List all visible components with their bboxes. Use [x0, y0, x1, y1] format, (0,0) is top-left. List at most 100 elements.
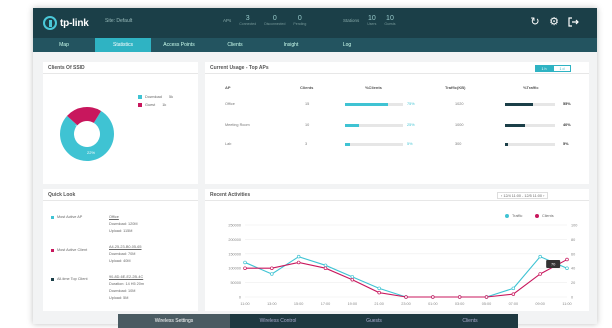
traffic-bar-fill	[505, 143, 508, 146]
y2-tick-label: 60	[571, 252, 575, 256]
panel-title: Clients Of SSID	[43, 62, 198, 74]
col-header[interactable]: AP	[225, 85, 231, 90]
range-1d-button[interactable]: 1 d	[553, 65, 571, 72]
tplink-logo-icon	[43, 16, 57, 30]
quick-look-value: Download: 10M	[109, 289, 136, 293]
station-stat: 10 Guests	[384, 15, 396, 26]
quick-look-link[interactable]: 90-8D-6E-E2-2B-4C	[109, 275, 143, 279]
tab-insight[interactable]: Insight	[263, 38, 319, 52]
tab-clients[interactable]: Clients	[207, 38, 263, 52]
refresh-icon[interactable]: ↻	[529, 16, 541, 28]
traffic-bar	[505, 124, 555, 127]
ap-stats-title: APs	[223, 18, 232, 23]
col-header[interactable]: Clients	[300, 85, 313, 90]
quick-look-label: All-time Top Client	[57, 277, 88, 281]
clients-bar-fill	[345, 124, 359, 127]
x-tick-label: 11:00	[240, 302, 249, 306]
quick-look-value: Download: 120M	[109, 222, 138, 226]
quick-look-panel: Quick Look Most Active AP Office Downloa…	[43, 189, 198, 311]
x-tick-label: 17:00	[321, 302, 331, 306]
traffic-bar-fill	[505, 103, 533, 106]
data-point	[323, 263, 328, 268]
quick-look-label: Most Active Client	[57, 248, 88, 252]
x-tick-label: 15:00	[294, 302, 304, 306]
x-tick-label: 23:00	[401, 302, 411, 306]
clients-bar-fill	[345, 103, 388, 106]
col-header[interactable]: %Clients	[365, 85, 382, 90]
gear-icon[interactable]: ⚙	[548, 16, 560, 28]
quick-look-value: Upload: 40M	[109, 259, 131, 263]
x-tick-label: 19:00	[348, 302, 358, 306]
traffic-bar-fill	[505, 124, 525, 127]
data-point	[431, 295, 435, 299]
ssid-donut-chart: 78% 22%	[60, 107, 114, 161]
legend-swatch	[51, 216, 54, 219]
data-point	[538, 254, 542, 259]
data-point	[404, 295, 408, 299]
dock-tab-wireless-settings[interactable]: Wireless Settings	[118, 314, 230, 328]
y-tick-label: 100000	[228, 267, 241, 271]
quick-look-value: Download: 70M	[109, 252, 136, 256]
dock-tab-clients[interactable]: Clients	[422, 314, 518, 328]
data-point	[296, 260, 301, 265]
data-point	[457, 295, 462, 299]
range-1h-button[interactable]: 1 h	[535, 65, 553, 72]
x-tick-label: 01:00	[428, 302, 438, 306]
y-tick-label: 200000	[228, 238, 241, 242]
x-tick-label: 21:00	[374, 302, 384, 306]
panel-title: Current Usage - Top APs	[205, 62, 589, 74]
y2-tick-label: 40	[571, 267, 575, 271]
data-point	[296, 254, 301, 259]
y2-tick-label: 20	[571, 281, 575, 285]
dock-tab-guests[interactable]: Guests	[326, 314, 422, 328]
y2-tick-label: 100	[571, 224, 577, 228]
x-tick-label: 13:00	[267, 302, 277, 306]
legend-swatch	[51, 249, 54, 252]
logout-icon[interactable]	[567, 16, 579, 28]
station-stat: 10 Users	[367, 15, 377, 26]
data-point	[565, 266, 569, 270]
top-bar: tp-link Site: Default APs 3 Connected 0 Di…	[33, 8, 597, 38]
col-header[interactable]: %Traffic	[523, 85, 539, 90]
ap-stat: 0 Disconnected	[264, 15, 286, 26]
quick-look-link[interactable]: A4-25-23-B0-05-65	[109, 245, 142, 249]
tooltip-value: 70	[551, 261, 556, 266]
legend-swatch	[51, 278, 54, 281]
ap-stats: APs 3 Connected 0 Disconnected 0 Pending	[223, 15, 306, 26]
clients-bar-fill	[345, 143, 350, 146]
x-tick-label: 09:00	[535, 302, 545, 306]
data-point	[511, 286, 516, 291]
y2-tick-label: 0	[571, 296, 573, 300]
quick-look-value: Upload: 115M	[109, 229, 133, 233]
main-nav: Map Statistics Access Points Clients Ins…	[33, 38, 597, 52]
legend-item: Download 5k	[138, 95, 173, 99]
app-window: tp-link Site: Default APs 3 Connected 0 Di…	[33, 8, 597, 324]
legend-item: Guest 1k	[138, 103, 166, 107]
brand-logo[interactable]: tp-link	[43, 16, 89, 30]
tab-access-points[interactable]: Access Points	[151, 38, 207, 52]
dock-tab-wireless-control[interactable]: Wireless Control	[230, 314, 326, 328]
slice-label: 78%	[75, 124, 83, 129]
traffic-bar	[505, 143, 555, 146]
quick-look-value: Upload: 5M	[109, 296, 129, 300]
y-tick-label: 0	[239, 296, 241, 300]
clients-of-ssid-panel: Clients Of SSID 78% 22% Download 5k Gues…	[43, 62, 198, 184]
panel-title: Quick Look	[43, 189, 198, 201]
legend-swatch	[138, 95, 142, 99]
data-point	[484, 295, 489, 299]
legend-swatch	[138, 103, 142, 107]
data-point	[270, 272, 274, 276]
col-header[interactable]: Traffic(KB)	[445, 85, 465, 90]
tab-map[interactable]: Map	[33, 38, 95, 52]
bottom-dock: Wireless Settings Wireless Control Guest…	[118, 314, 518, 328]
brand-name: tp-link	[60, 17, 89, 29]
ap-stat: 0 Pending	[293, 15, 307, 26]
quick-look-label: Most Active AP	[57, 215, 83, 219]
tab-log[interactable]: Log	[319, 38, 375, 52]
quick-look-link[interactable]: Office	[109, 215, 119, 219]
series-line-traffic	[244, 256, 568, 298]
tab-statistics[interactable]: Statistics	[95, 38, 151, 52]
station-stats-title: Stations	[343, 18, 360, 23]
series-line-clients	[245, 259, 568, 298]
site-selector[interactable]: Site: Default	[105, 18, 132, 24]
